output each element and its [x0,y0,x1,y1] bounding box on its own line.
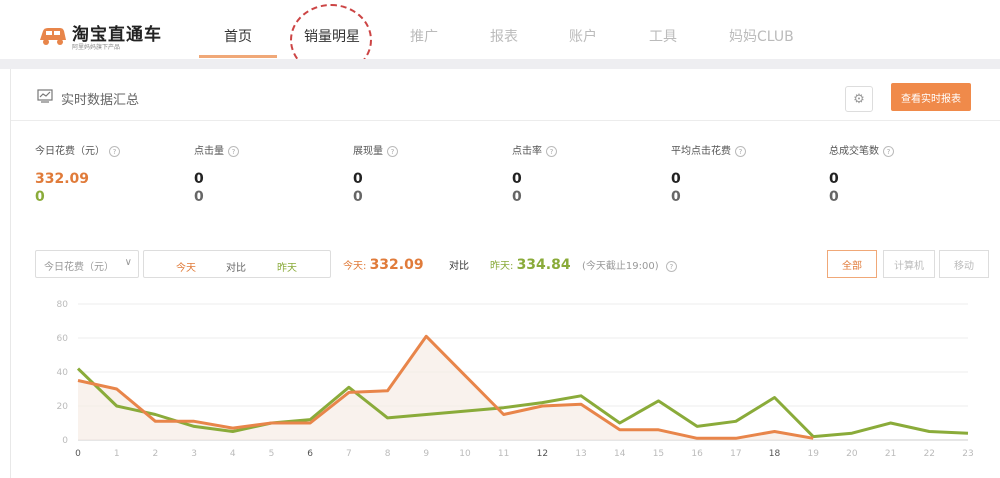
page-background-strip [0,59,1000,69]
chevron-down-icon: ∨ [124,257,132,268]
x-tick-label: 14 [614,449,626,459]
x-tick-label: 8 [385,449,391,459]
nav-home[interactable]: 首页 [224,26,252,46]
x-tick-label: 5 [269,449,275,459]
metric-yesterday-value: 0 [353,189,363,205]
y-tick-label: 40 [57,368,69,378]
help-icon[interactable]: ? [665,260,677,272]
segment-compare[interactable]: 对比 [226,259,246,274]
metric-today-value: 0 [194,171,204,187]
metric-today-value: 332.09 [35,171,90,187]
metric-clicks: 点击量? 0 0 [194,142,344,205]
metric-yesterday-value: 0 [194,189,204,205]
x-tick-label: 0 [75,449,81,459]
view-realtime-report-button[interactable]: 查看实时报表 [891,83,971,111]
x-tick-label: 23 [962,449,973,459]
top-bar: 淘宝直通车 阿里妈妈旗下产品 首页 销量明星 推广 报表 账户 工具 妈妈CLU… [0,0,1000,76]
segment-yesterday[interactable]: 昨天 [277,259,297,274]
period-toggle: 今天 对比 昨天 [143,250,331,278]
metric-orders: 总成交笔数? 0 0 [829,142,979,205]
panel-title: 实时数据汇总 [61,93,140,108]
active-nav-indicator [199,55,277,58]
y-tick-label: 80 [57,300,69,310]
metric-label: 今日花费（元） [35,146,105,157]
x-tick-label: 20 [846,449,858,459]
nav-tools[interactable]: 工具 [649,26,677,46]
x-tick-label: 6 [307,449,313,459]
x-tick-label: 13 [575,449,586,459]
y-tick-label: 60 [57,334,69,344]
realtime-summary-panel: 实时数据汇总 ⚙ 查看实时报表 今日花费（元）? 332.09 0 点击量? 0… [10,69,1000,478]
x-tick-label: 15 [653,449,664,459]
x-tick-label: 21 [885,449,896,459]
metric-select-value: 今日花费（元） [44,262,114,273]
help-icon[interactable]: ? [109,145,120,157]
metric-yesterday-value: 0 [512,189,522,205]
yesterday-total-value: 334.84 [516,257,571,273]
compare-word: 对比 [449,261,469,272]
x-tick-label: 7 [346,449,352,459]
yesterday-total-label: 昨天: [490,261,514,272]
y-tick-label: 20 [57,402,69,412]
x-tick-label: 1 [114,449,120,459]
cutoff-note: (今天截止19:00) [582,261,659,272]
today-total-label: 今天: [343,261,367,272]
metric-today-value: 0 [829,171,839,187]
help-icon[interactable]: ? [546,145,557,157]
help-icon[interactable]: ? [387,145,398,157]
metric-today-value: 0 [671,171,681,187]
gear-icon: ⚙ [853,91,865,107]
y-tick-label: 0 [62,436,68,446]
metric-spend: 今日花费（元）? 332.09 0 [35,142,185,205]
help-icon[interactable]: ? [883,145,894,157]
car-logo-icon [40,28,66,45]
x-tick-label: 11 [498,449,509,459]
metric-ctr: 点击率? 0 0 [512,142,662,205]
nav-account[interactable]: 账户 [569,26,597,46]
device-mobile[interactable]: 移动 [939,250,989,278]
metric-yesterday-value: 0 [829,189,839,205]
metric-label: 总成交笔数 [829,146,879,157]
device-computer[interactable]: 计算机 [883,250,935,278]
x-tick-label: 22 [924,449,935,459]
x-tick-label: 9 [423,449,429,459]
segment-today[interactable]: 今天 [176,259,196,274]
spend-line-chart: 0204060800 1 2 3 4 5 6 7 8 9 10 11 12 13 14 15 16 17 18 19 2… [57,300,974,459]
monitor-chart-icon [37,89,53,103]
metric-label: 点击量 [194,146,224,157]
metric-label: 平均点击花费 [671,146,731,157]
metric-impressions: 展现量? 0 0 [353,142,503,205]
brand-logo[interactable]: 淘宝直通车 阿里妈妈旗下产品 [38,20,168,56]
x-tick-label: 19 [807,449,819,459]
x-tick-label: 3 [191,449,197,459]
metric-yesterday-value: 0 [671,189,681,205]
x-tick-label: 18 [769,449,781,459]
metric-label: 展现量 [353,146,383,157]
x-tick-label: 10 [459,449,471,459]
nav-promotion[interactable]: 推广 [410,26,438,46]
metric-today-value: 0 [512,171,522,187]
brand-tagline: 阿里妈妈旗下产品 [72,44,121,51]
settings-button[interactable]: ⚙ [845,86,873,112]
metric-avg-cpc: 平均点击花费? 0 0 [671,142,821,205]
device-all[interactable]: 全部 [827,250,877,278]
x-tick-label: 2 [153,449,159,459]
metric-yesterday-value: 0 [35,189,45,205]
x-tick-label: 17 [730,449,741,459]
help-icon[interactable]: ? [735,145,746,157]
nav-mama-club[interactable]: 妈妈CLUB [729,26,794,46]
panel-header: 实时数据汇总 ⚙ 查看实时报表 [11,69,1000,121]
nav-reports[interactable]: 报表 [490,26,518,46]
today-total: 今天: 332.09 [343,257,424,273]
metric-today-value: 0 [353,171,363,187]
yesterday-total: 昨天: 334.84 [490,257,571,273]
metric-label: 点击率 [512,146,542,157]
x-tick-label: 16 [691,449,703,459]
x-tick-label: 4 [230,449,236,459]
help-icon[interactable]: ? [228,145,239,157]
x-tick-label: 12 [537,449,548,459]
today-total-value: 332.09 [369,257,424,273]
metric-select[interactable]: 今日花费（元） ∨ [35,250,139,278]
